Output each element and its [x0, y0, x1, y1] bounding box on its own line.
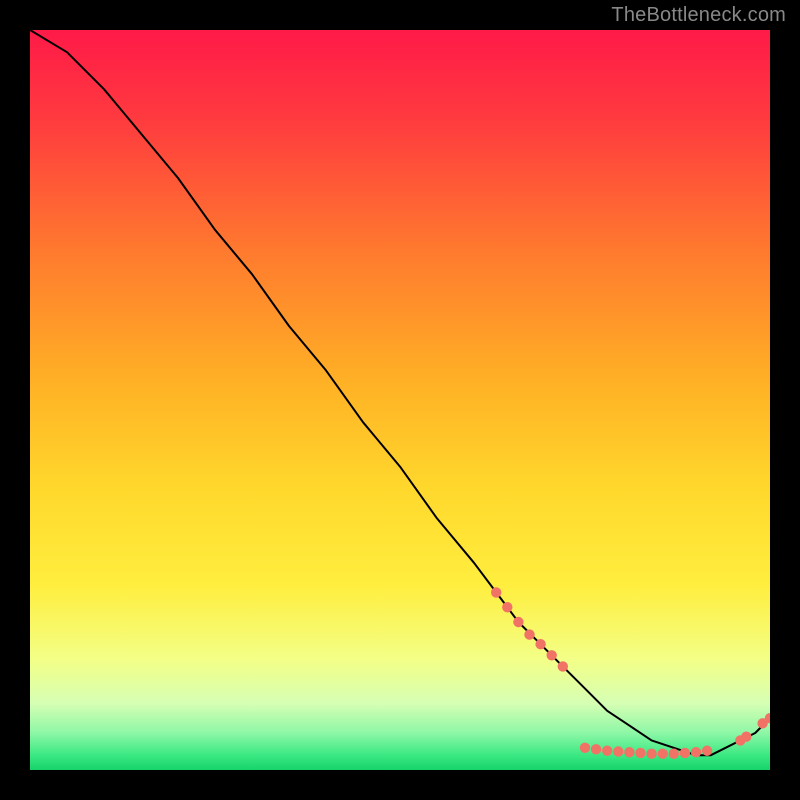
- data-marker: [524, 629, 534, 639]
- data-marker: [635, 748, 645, 758]
- data-marker: [491, 587, 501, 597]
- data-marker: [624, 747, 634, 757]
- data-marker: [591, 744, 601, 754]
- data-marker: [580, 743, 590, 753]
- bottleneck-chart: [30, 30, 770, 770]
- data-marker: [646, 749, 656, 759]
- data-marker: [502, 602, 512, 612]
- data-marker: [669, 749, 679, 759]
- data-marker: [680, 748, 690, 758]
- data-marker: [558, 661, 568, 671]
- chart-stage: TheBottleneck.com: [0, 0, 800, 800]
- data-marker: [613, 746, 623, 756]
- data-marker: [658, 749, 668, 759]
- gradient-background: [30, 30, 770, 770]
- plot-area: [30, 30, 770, 770]
- data-marker: [547, 650, 557, 660]
- data-marker: [535, 639, 545, 649]
- data-marker: [702, 746, 712, 756]
- data-marker: [513, 617, 523, 627]
- watermark-text: TheBottleneck.com: [611, 4, 786, 27]
- data-marker: [741, 732, 751, 742]
- data-marker: [691, 747, 701, 757]
- data-marker: [602, 746, 612, 756]
